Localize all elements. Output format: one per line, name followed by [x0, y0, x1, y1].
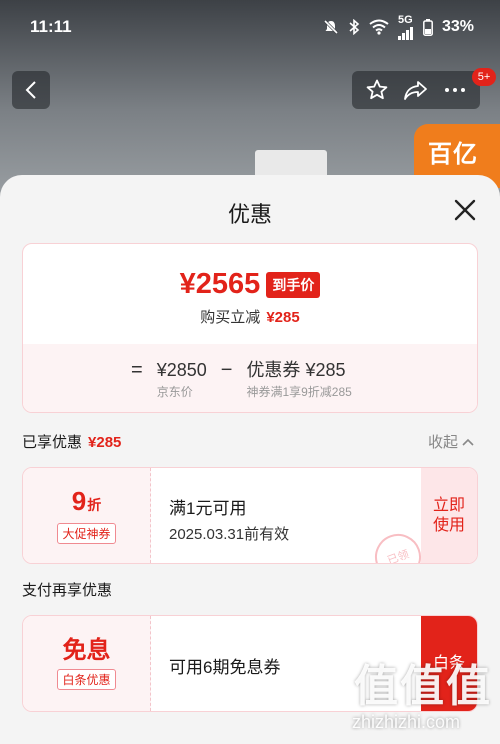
price-summary-card: ¥2565 到手价 购买立减 ¥285 = ¥2850 京东价 − 优惠券 ¥28…: [22, 243, 478, 413]
top-toolbar: [352, 71, 480, 109]
enjoyed-label-text: 已享优惠: [22, 434, 83, 451]
equals-sign: =: [131, 359, 143, 381]
interest-free-title: 免息: [62, 637, 111, 664]
watermark: 值值值 zhizhizhi.com: [350, 662, 500, 744]
status-icons: 5G 33%: [323, 14, 474, 40]
collapse-toggle[interactable]: 收起: [428, 431, 474, 452]
jd-price-item: ¥2850 京东价: [157, 358, 207, 400]
close-icon: [454, 199, 476, 221]
status-bar: 11:11 5G 33%: [0, 0, 500, 54]
watermark-url: zhizhizhi.com: [352, 712, 461, 732]
jd-price-value: ¥2850: [156, 360, 207, 380]
collapse-label: 收起: [428, 434, 459, 451]
interest-free-desc: 可用6期免息券: [169, 658, 281, 677]
price-formula: = ¥2850 京东价 − 优惠券 ¥285 神券满1享9折减285: [131, 358, 352, 400]
interest-free-panel: 免息 白条优惠: [23, 616, 151, 711]
mute-icon: [323, 19, 339, 35]
network-indicator: 5G: [397, 14, 414, 40]
coupon-deduction-item: 优惠券 ¥285 神券满1享9折减285: [246, 358, 351, 400]
baitiao-tag: 白条优惠: [57, 669, 116, 690]
coupon-expiry: 2025.03.31前有效: [169, 526, 290, 543]
final-price-row: ¥2565 到手价: [23, 268, 477, 301]
coupon-deduction-value: 优惠券 ¥285: [246, 360, 346, 380]
share-icon[interactable]: [403, 79, 429, 101]
battery-icon: [423, 18, 433, 36]
coupon-type-tag: 大促神券: [57, 523, 116, 544]
enjoyed-discount-label: 已享优惠 ¥285: [22, 431, 121, 452]
wifi-icon: [369, 19, 389, 35]
coupon-discount-panel: 9折 大促神券: [23, 468, 151, 563]
status-time: 11:11: [30, 17, 72, 36]
enjoyed-amount: ¥285: [88, 434, 122, 451]
battery-level: 33%: [441, 18, 474, 35]
price-calculation: = ¥2850 京东价 − 优惠券 ¥285 神券满1享9折减285: [23, 344, 477, 412]
more-icon[interactable]: [443, 86, 467, 94]
sheet-title: 优惠: [227, 202, 272, 227]
buy-discount-amount: ¥285: [266, 309, 300, 326]
chevron-left-icon: [25, 81, 36, 99]
claimed-stamp-icon: 已领: [368, 527, 428, 563]
watermark-logo: 值值值: [354, 662, 492, 711]
coupon-deduction-desc: 神券满1享9折减285: [246, 385, 352, 399]
coupon-discount-value: 9折: [71, 486, 102, 516]
chevron-up-icon: [462, 438, 474, 446]
buy-discount-label: 购买立减: [200, 309, 261, 326]
promo-badge-text: 百亿: [428, 141, 478, 168]
final-price: ¥2565: [179, 268, 261, 300]
use-now-button[interactable]: 立即使用: [421, 468, 477, 563]
coupon-card-promo[interactable]: 9折 大促神券 满1元可用 2025.03.31前有效 已领 立即使用: [22, 467, 478, 564]
signal-icon: [397, 27, 413, 40]
jd-price-label: 京东价: [156, 385, 193, 399]
discount-sheet: 优惠 ¥2565 到手价 购买立减 ¥285 = ¥2850 京东价 − 优惠券…: [0, 175, 500, 744]
minus-sign: −: [220, 359, 233, 381]
final-price-tag: 到手价: [266, 271, 321, 298]
coupon-details: 满1元可用 2025.03.31前有效: [169, 494, 289, 544]
back-button[interactable]: [12, 71, 50, 109]
buy-discount-row: 购买立减 ¥285: [23, 306, 477, 327]
price-summary-top: ¥2565 到手价 购买立减 ¥285: [23, 244, 477, 344]
close-button[interactable]: [451, 196, 479, 224]
bluetooth-icon: [349, 19, 360, 35]
coupon-condition: 满1元可用: [169, 499, 247, 518]
message-badge: 5+: [472, 68, 496, 86]
star-icon[interactable]: [365, 78, 389, 102]
pay-discount-label: 支付再享优惠: [22, 582, 113, 599]
